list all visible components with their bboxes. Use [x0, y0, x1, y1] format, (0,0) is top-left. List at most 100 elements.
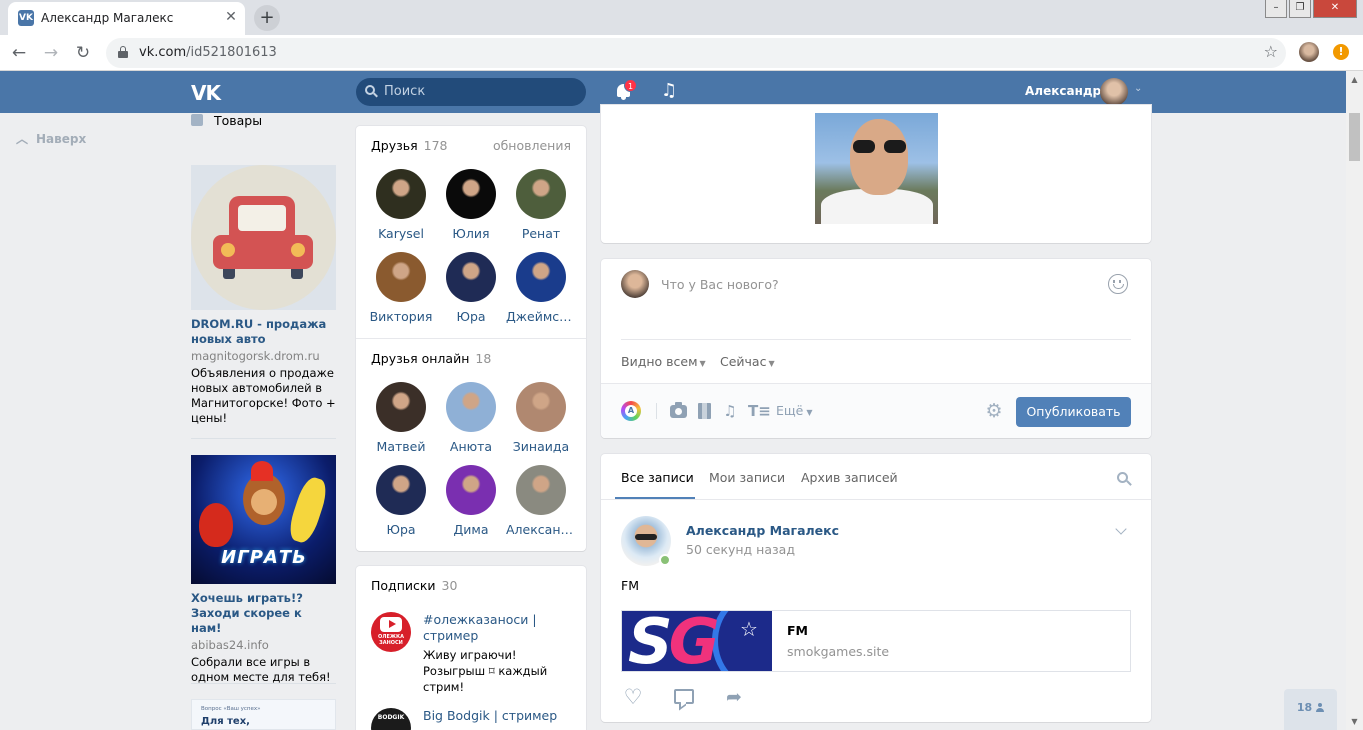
- friends-online-header[interactable]: Друзья онлайн 18: [371, 351, 491, 366]
- friend-item[interactable]: Матвей: [366, 382, 436, 454]
- friend-avatar[interactable]: [446, 252, 496, 302]
- friend-name[interactable]: Зинаида: [506, 439, 576, 454]
- tab-all-posts[interactable]: Все записи: [621, 470, 694, 485]
- time-dropdown[interactable]: Сейчас ▼: [720, 354, 775, 369]
- share-arrow-icon[interactable]: ➦: [722, 686, 746, 708]
- friend-name[interactable]: Дима: [436, 522, 506, 537]
- ad-image-car[interactable]: [191, 165, 336, 310]
- visibility-dropdown[interactable]: Видно всем ▼: [621, 354, 706, 369]
- link-snippet[interactable]: SG ☆ FM smokgames.site: [621, 610, 1131, 672]
- friend-avatar[interactable]: [446, 169, 496, 219]
- friend-avatar[interactable]: [376, 169, 426, 219]
- profile-photo[interactable]: [815, 113, 938, 224]
- ad-image-promo[interactable]: Вопрос «Ваш успех» Для тех,: [191, 699, 336, 730]
- post-timestamp[interactable]: 50 секунд назад: [686, 542, 795, 557]
- ad-block-drom[interactable]: DROM.RU - продажа новых авто magnitogors…: [191, 165, 336, 426]
- friend-item[interactable]: Зинаида: [506, 382, 576, 454]
- friend-avatar[interactable]: [376, 465, 426, 515]
- browser-update-alert-icon[interactable]: !: [1333, 44, 1349, 60]
- subscriptions-header[interactable]: Подписки 30: [371, 578, 457, 593]
- friend-item[interactable]: Александр: [506, 465, 576, 537]
- friend-item[interactable]: Karysel: [366, 169, 436, 241]
- camera-icon[interactable]: [670, 402, 687, 418]
- comment-icon[interactable]: [674, 689, 694, 704]
- header-user-avatar[interactable]: [1100, 78, 1128, 106]
- tab-close-icon[interactable]: ✕: [223, 9, 239, 25]
- friend-name[interactable]: Джеймс-Б…: [506, 309, 576, 324]
- search-icon[interactable]: [1117, 472, 1132, 486]
- friend-avatar[interactable]: [376, 382, 426, 432]
- window-close-button[interactable]: ✕: [1313, 0, 1357, 18]
- snippet-logo[interactable]: SG ☆: [622, 611, 772, 671]
- new-tab-button[interactable]: +: [254, 5, 280, 31]
- friend-item[interactable]: Юра: [436, 252, 506, 324]
- friend-name[interactable]: Александр: [506, 522, 576, 537]
- chevron-down-icon[interactable]: ⌄: [1134, 83, 1142, 94]
- friend-avatar[interactable]: [446, 465, 496, 515]
- ad-block-games[interactable]: ИГРАТЬ Хочешь играть!? Заходи скорее к н…: [191, 455, 336, 685]
- friend-item[interactable]: Юра: [366, 465, 436, 537]
- friend-name[interactable]: Юра: [366, 522, 436, 537]
- ad-title[interactable]: Хочешь играть!? Заходи скорее к нам!: [191, 591, 336, 636]
- scroll-thumb[interactable]: [1349, 113, 1360, 161]
- friend-avatar[interactable]: [446, 382, 496, 432]
- friend-name[interactable]: Анюта: [436, 439, 506, 454]
- browser-tab[interactable]: VK Александр Магалекс ✕: [8, 2, 245, 35]
- friend-avatar[interactable]: [516, 465, 566, 515]
- ad-image-games[interactable]: ИГРАТЬ: [191, 455, 336, 584]
- page-scrollbar[interactable]: ▲ ▼: [1346, 71, 1363, 730]
- music-note-icon[interactable]: ♫: [661, 80, 677, 101]
- friends-header[interactable]: Друзья 178: [371, 138, 448, 153]
- friend-item[interactable]: Джеймс-Б…: [506, 252, 576, 324]
- friend-avatar[interactable]: [516, 382, 566, 432]
- header-user-name[interactable]: Александр: [1025, 84, 1101, 98]
- bookmark-star-icon[interactable]: ☆: [1264, 42, 1278, 61]
- online-friends-widget[interactable]: 18: [1284, 689, 1337, 730]
- publish-button[interactable]: Опубликовать: [1016, 397, 1131, 427]
- friend-name[interactable]: Виктория: [366, 309, 436, 324]
- friend-name[interactable]: Юлия: [436, 226, 506, 241]
- friend-item[interactable]: Анюта: [436, 382, 506, 454]
- friend-avatar[interactable]: [376, 252, 426, 302]
- reload-icon[interactable]: ↻: [70, 40, 96, 66]
- friend-avatar[interactable]: [516, 252, 566, 302]
- friend-avatar[interactable]: [516, 169, 566, 219]
- music-note-icon[interactable]: ♫: [720, 401, 740, 421]
- like-heart-icon[interactable]: ♡: [621, 686, 645, 708]
- friend-name[interactable]: Матвей: [366, 439, 436, 454]
- snippet-title[interactable]: FM: [787, 623, 808, 638]
- video-film-icon[interactable]: [698, 403, 711, 419]
- post-author-name[interactable]: Александр Магалекс: [686, 523, 839, 538]
- tab-archive[interactable]: Архив записей: [801, 470, 898, 485]
- composer-avatar[interactable]: [621, 270, 649, 298]
- post-menu-chevron-icon[interactable]: [1115, 525, 1129, 535]
- friends-updates-link[interactable]: обновления: [493, 138, 571, 153]
- friend-item[interactable]: Дима: [436, 465, 506, 537]
- back-to-top-link[interactable]: ︿ Наверх: [16, 130, 86, 147]
- scroll-down-arrow-icon[interactable]: ▼: [1346, 713, 1363, 730]
- art-palette-icon[interactable]: A: [621, 401, 641, 421]
- friend-name[interactable]: Юра: [436, 309, 506, 324]
- scroll-up-arrow-icon[interactable]: ▲: [1346, 71, 1363, 88]
- subscription-avatar[interactable]: ОЛЕЖКА ЗАНОСИ: [371, 612, 411, 652]
- friend-item[interactable]: Виктория: [366, 252, 436, 324]
- sidebar-item-goods[interactable]: Товары: [191, 113, 262, 128]
- subscription-title[interactable]: Big Bodgik | стример: [423, 708, 573, 724]
- search-input[interactable]: Поиск: [356, 78, 586, 106]
- subscription-title[interactable]: #олежказаноси | стример: [423, 612, 573, 644]
- gear-icon[interactable]: ⚙: [984, 401, 1004, 421]
- tab-my-posts[interactable]: Мои записи: [709, 470, 785, 485]
- emoji-smile-icon[interactable]: [1108, 274, 1128, 294]
- more-attachments-button[interactable]: Ещё ▼: [776, 403, 813, 418]
- maximize-button[interactable]: ❐: [1289, 0, 1311, 18]
- post-input[interactable]: Что у Вас нового?: [661, 277, 779, 292]
- ad-title[interactable]: DROM.RU - продажа новых авто: [191, 317, 336, 347]
- address-bar[interactable]: vk.com/id521801613 ☆: [106, 38, 1286, 68]
- minimize-button[interactable]: –: [1265, 0, 1287, 18]
- friend-item[interactable]: Ренат: [506, 169, 576, 241]
- subscription-avatar[interactable]: BODGIK: [371, 708, 411, 730]
- back-arrow-icon[interactable]: ←: [6, 40, 32, 66]
- forward-arrow-icon[interactable]: →: [38, 40, 64, 66]
- browser-profile-avatar[interactable]: [1299, 42, 1319, 62]
- text-format-icon[interactable]: T≡: [748, 401, 771, 421]
